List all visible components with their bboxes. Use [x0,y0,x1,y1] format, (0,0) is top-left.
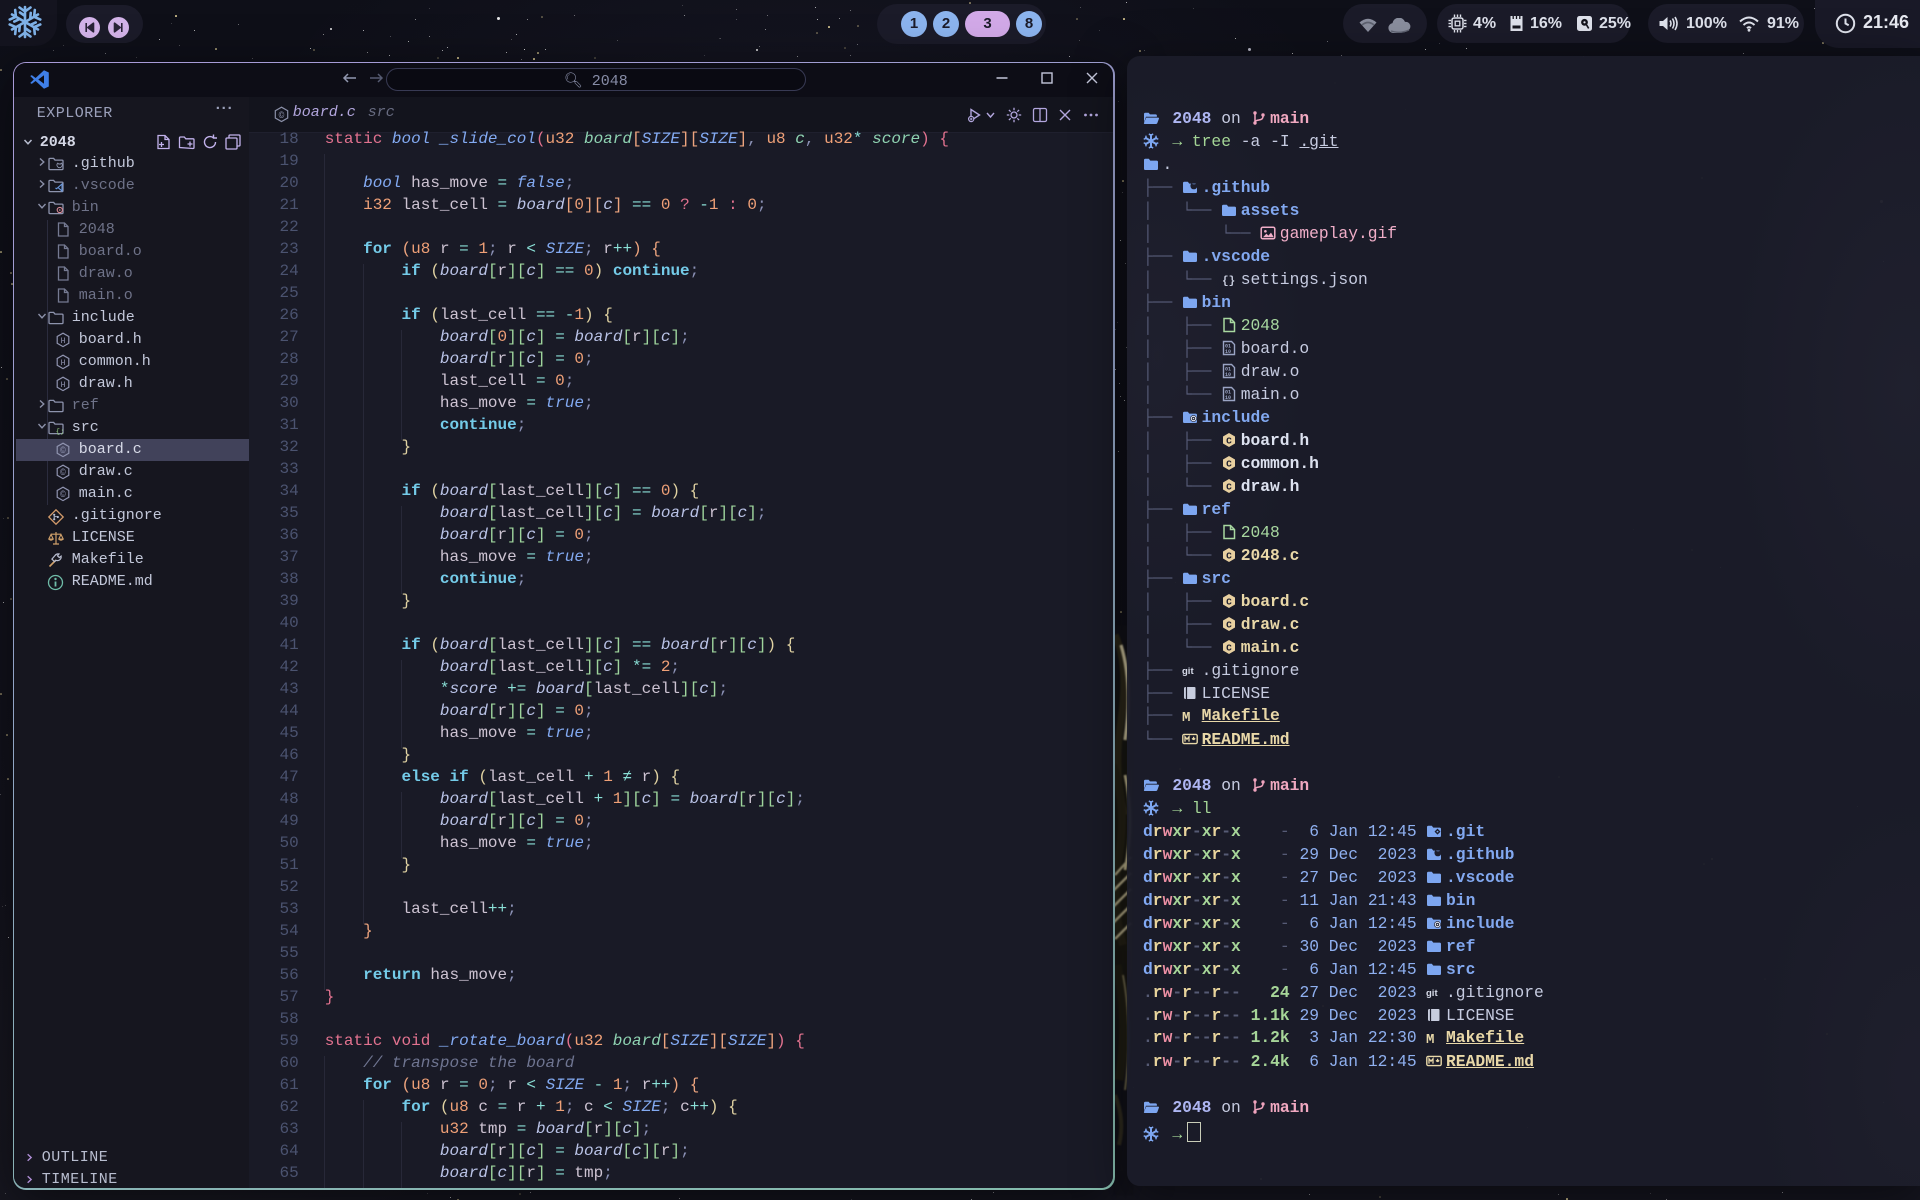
svg-text:M: M [1426,1032,1434,1045]
svg-text:C: C [1226,435,1232,446]
svg-text:git: git [1182,666,1194,677]
svg-text:git: git [1426,988,1438,999]
svg-text:©: © [60,446,66,456]
svg-text:C: C [1226,596,1232,607]
svg-text:{;}: {;} [55,428,64,434]
svg-text:©: © [60,490,66,500]
svg-text:C: C [1226,458,1232,469]
svg-text:C: C [1226,481,1232,492]
svg-text:C: C [1226,550,1232,561]
svg-text:©: © [278,110,284,121]
svg-text:H: H [60,337,65,346]
svg-text:{}: {} [1222,276,1235,288]
svg-text:©: © [60,468,66,478]
svg-text:H: H [60,359,65,368]
svg-text:10: 10 [1225,349,1231,355]
svg-text:10: 10 [1225,372,1231,378]
svg-text:M: M [1182,710,1190,723]
svg-text:C: C [1226,619,1232,630]
svg-text:H: H [60,381,65,390]
svg-text:10: 10 [1225,395,1231,401]
svg-text:C: C [1226,642,1232,653]
